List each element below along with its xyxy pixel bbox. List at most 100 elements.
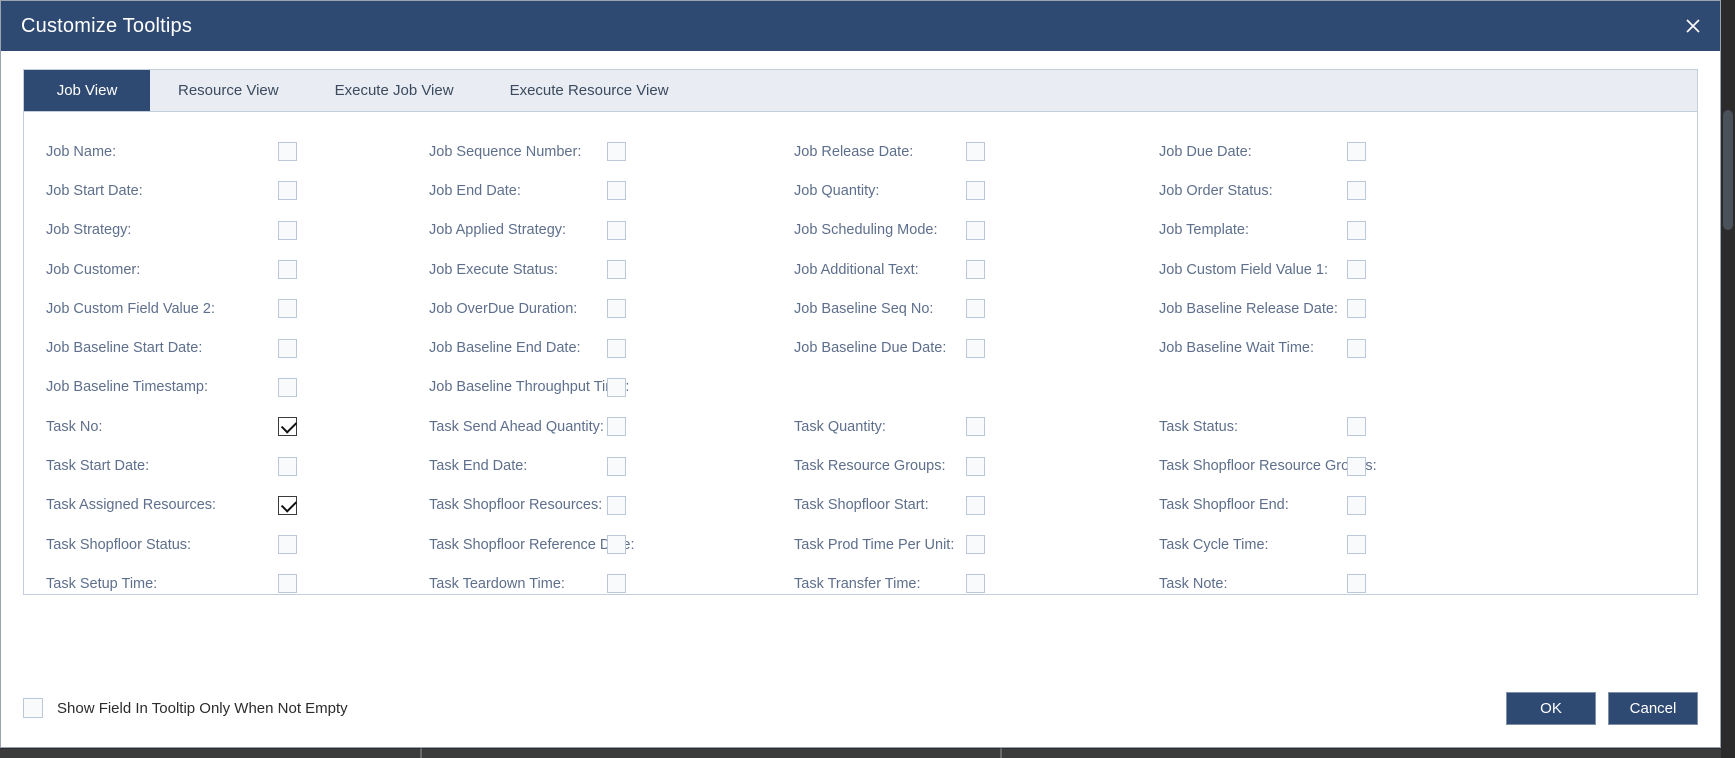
field-label: Task Shopfloor Status: xyxy=(46,536,192,553)
field-cell: Task Setup Time: xyxy=(24,564,407,594)
field-label: Task Shopfloor Resources: xyxy=(429,497,603,514)
field-checkbox[interactable] xyxy=(278,142,297,162)
field-row: Task Shopfloor Status: Task Shopfloor Ref… xyxy=(24,525,1697,564)
field-label: Job Scheduling Mode: xyxy=(794,222,938,239)
field-checkbox[interactable] xyxy=(966,338,985,358)
close-icon[interactable] xyxy=(1676,9,1710,43)
field-checkbox[interactable] xyxy=(607,456,626,476)
field-label: Job Template: xyxy=(1159,222,1250,239)
field-label: Task Start Date: xyxy=(46,458,150,475)
field-checkbox[interactable] xyxy=(966,260,985,280)
field-checkbox[interactable] xyxy=(1347,535,1366,555)
show-only-when-not-empty-group[interactable]: Show Field In Tooltip Only When Not Empt… xyxy=(23,698,348,718)
window-scrollbar-thumb[interactable] xyxy=(1723,110,1733,230)
show-only-when-not-empty-checkbox[interactable] xyxy=(23,698,43,718)
field-row: Job Start Date: Job End Date: Job Quantity… xyxy=(24,171,1697,210)
field-label: Job Quantity: xyxy=(794,182,880,199)
field-checkbox[interactable] xyxy=(607,142,626,162)
tooltip-fields-panel: Job Name: Job Sequence Number: Job Release… xyxy=(23,111,1698,595)
field-checkbox[interactable] xyxy=(1347,495,1366,515)
field-checkbox[interactable] xyxy=(607,377,626,397)
field-row: Job Custom Field Value 2: Job OverDue Dur… xyxy=(24,289,1697,328)
cancel-button[interactable]: Cancel xyxy=(1608,691,1698,725)
field-checkbox[interactable] xyxy=(607,574,626,594)
field-checkbox[interactable] xyxy=(607,338,626,358)
desktop-taskbar xyxy=(0,748,1735,758)
field-label: Job Additional Text: xyxy=(794,261,919,278)
field-cell: Task Shopfloor Status: xyxy=(24,525,407,564)
field-row: Job Name: Job Sequence Number: Job Release… xyxy=(24,132,1697,171)
field-checkbox[interactable] xyxy=(1347,456,1366,476)
field-checkbox[interactable] xyxy=(1347,142,1366,162)
field-checkbox[interactable] xyxy=(607,495,626,515)
field-cell: Task End Date: xyxy=(407,446,772,485)
tab-job-view[interactable]: Job View xyxy=(24,70,150,111)
field-cell: Job Additional Text: xyxy=(772,250,1137,289)
field-checkbox[interactable] xyxy=(278,377,297,397)
field-checkbox[interactable] xyxy=(607,299,626,319)
field-cell: Task Resource Groups: xyxy=(772,446,1137,485)
field-cell: Job Execute Status: xyxy=(407,250,772,289)
field-checkbox[interactable] xyxy=(966,456,985,476)
field-checkbox[interactable] xyxy=(278,260,297,280)
field-checkbox[interactable] xyxy=(966,574,985,594)
ok-button[interactable]: OK xyxy=(1506,691,1596,725)
field-label: Job Baseline Release Date: xyxy=(1159,300,1338,317)
field-checkbox[interactable] xyxy=(607,535,626,555)
field-row: Task Assigned Resources: Task Shopfloor R… xyxy=(24,486,1697,525)
field-row: Job Baseline Start Date: Job Baseline End… xyxy=(24,328,1697,367)
field-row: Task Start Date: Task End Date: Task Resou… xyxy=(24,446,1697,485)
field-cell: Task Shopfloor Start: xyxy=(772,486,1137,525)
field-checkbox[interactable] xyxy=(1347,417,1366,437)
field-cell: Job Baseline Seq No: xyxy=(772,289,1137,328)
tab-execute-resource-view[interactable]: Execute Resource View xyxy=(482,70,697,111)
field-cell: Task Transfer Time: xyxy=(772,564,1137,594)
field-checkbox[interactable] xyxy=(278,299,297,319)
field-checkbox[interactable] xyxy=(278,181,297,201)
field-label: Job Strategy: xyxy=(46,222,132,239)
field-checkbox[interactable] xyxy=(966,417,985,437)
screen: Customize Tooltips Job View Resource View… xyxy=(0,0,1735,758)
dialog-footer: Show Field In Tooltip Only When Not Empt… xyxy=(1,669,1720,747)
field-checkbox[interactable] xyxy=(607,260,626,280)
field-cell: Job Customer: xyxy=(24,250,407,289)
field-checkbox[interactable] xyxy=(1347,338,1366,358)
field-checkbox[interactable] xyxy=(966,142,985,162)
field-label: Job Name: xyxy=(46,143,117,160)
taskbar-chip xyxy=(1000,748,1002,758)
field-checkbox[interactable] xyxy=(278,574,297,594)
view-tabs: Job View Resource View Execute Job View Exe… xyxy=(23,69,1698,111)
field-checkbox[interactable] xyxy=(1347,574,1366,594)
field-checkbox[interactable] xyxy=(966,299,985,319)
field-label: Job Baseline Start Date: xyxy=(46,340,203,357)
field-label: Task Shopfloor Reference Date: xyxy=(429,536,635,553)
field-checkbox[interactable] xyxy=(966,220,985,240)
field-label: Task Setup Time: xyxy=(46,575,158,592)
field-checkbox[interactable] xyxy=(966,181,985,201)
field-cell: Task Quantity: xyxy=(772,407,1137,446)
field-checkbox[interactable] xyxy=(1347,181,1366,201)
field-checkbox[interactable] xyxy=(607,220,626,240)
field-checkbox[interactable] xyxy=(1347,260,1366,280)
tab-execute-job-view[interactable]: Execute Job View xyxy=(307,70,482,111)
field-label: Job Release Date: xyxy=(794,143,914,160)
field-label: Job End Date: xyxy=(429,182,521,199)
field-checkbox[interactable] xyxy=(278,220,297,240)
field-checkbox[interactable] xyxy=(278,535,297,555)
field-label: Task Teardown Time: xyxy=(429,575,565,592)
field-checkbox[interactable] xyxy=(278,495,297,515)
field-checkbox[interactable] xyxy=(966,495,985,515)
field-checkbox[interactable] xyxy=(1347,220,1366,240)
tab-resource-view[interactable]: Resource View xyxy=(150,70,307,111)
field-checkbox[interactable] xyxy=(966,535,985,555)
window-scrollbar[interactable] xyxy=(1721,0,1735,758)
field-label: Job Due Date: xyxy=(1159,143,1252,160)
field-checkbox[interactable] xyxy=(278,456,297,476)
field-cell: Job Name: xyxy=(24,132,407,171)
field-checkbox[interactable] xyxy=(607,181,626,201)
field-checkbox[interactable] xyxy=(278,417,297,437)
field-checkbox[interactable] xyxy=(1347,299,1366,319)
field-label: Task No: xyxy=(46,418,103,435)
field-checkbox[interactable] xyxy=(607,417,626,437)
field-checkbox[interactable] xyxy=(278,338,297,358)
